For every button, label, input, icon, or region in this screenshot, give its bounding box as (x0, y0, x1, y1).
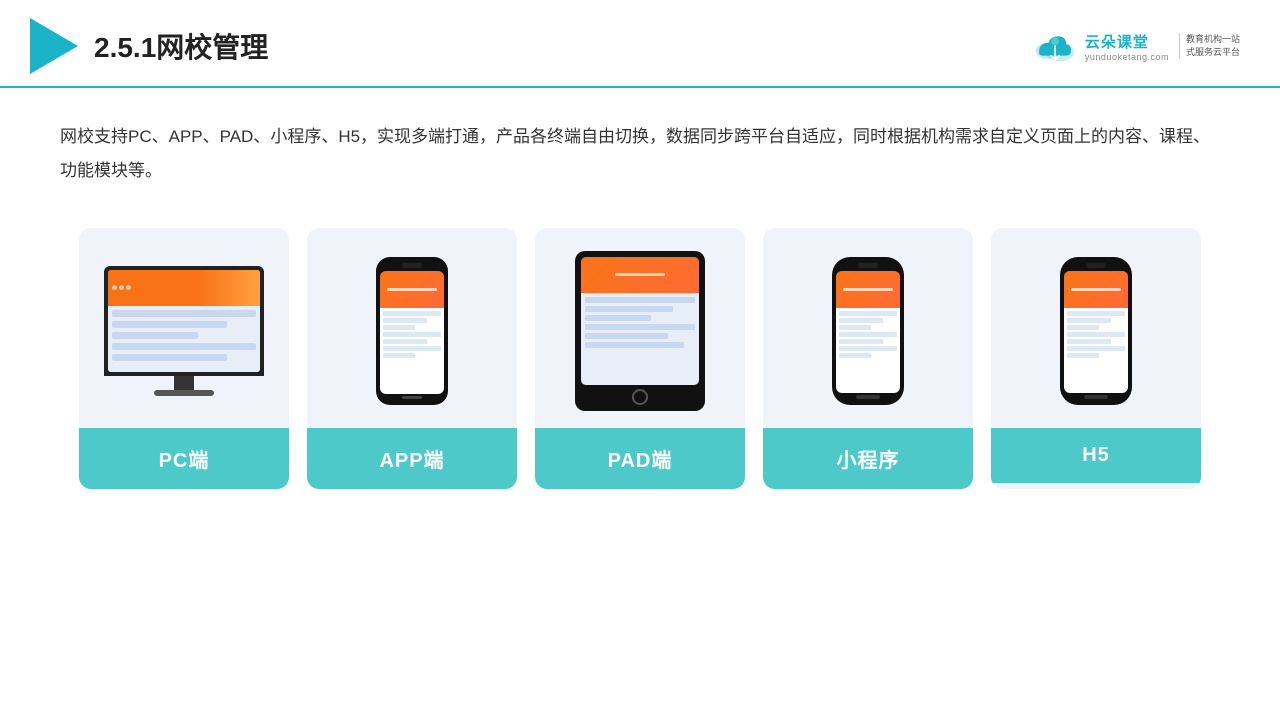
phone-mockup-miniapp (832, 257, 904, 405)
cloud-icon (1031, 28, 1079, 64)
card-app-label: APP端 (307, 428, 517, 489)
cards-container: PC端 (0, 208, 1280, 519)
brand-url: yunduoketang.com (1085, 52, 1169, 62)
phone-mockup-h5 (1060, 257, 1132, 405)
card-pc-image (79, 228, 289, 428)
header-left: 2.5.1网校管理 (30, 18, 268, 74)
description-text: 网校支持PC、APP、PAD、小程序、H5，实现多端打通，产品各终端自由切换，数… (60, 120, 1220, 188)
card-h5: H5 (991, 228, 1201, 489)
card-miniapp-label: 小程序 (763, 428, 973, 489)
page-title: 2.5.1网校管理 (94, 26, 268, 66)
phone-mockup-app (376, 257, 448, 405)
card-miniapp-image (763, 228, 973, 428)
card-pc-label: PC端 (79, 428, 289, 489)
tablet-mockup (575, 251, 705, 411)
card-h5-label: H5 (991, 428, 1201, 483)
card-pad: PAD端 (535, 228, 745, 489)
header-right: 云朵课堂 yunduoketang.com 教育机构一站 式服务云平台 (1031, 28, 1240, 64)
header: 2.5.1网校管理 云朵课堂 yunduoketang.com 教育机构一站 式… (0, 0, 1280, 88)
card-miniapp: 小程序 (763, 228, 973, 489)
brand-logo: 云朵课堂 yunduoketang.com 教育机构一站 式服务云平台 (1031, 28, 1240, 64)
brand-name: 云朵课堂 (1085, 31, 1149, 52)
card-pad-image (535, 228, 745, 428)
card-app-image (307, 228, 517, 428)
pc-mockup (104, 266, 264, 396)
card-h5-image (991, 228, 1201, 428)
description: 网校支持PC、APP、PAD、小程序、H5，实现多端打通，产品各终端自由切换，数… (0, 88, 1280, 208)
card-pc: PC端 (79, 228, 289, 489)
card-pad-label: PAD端 (535, 428, 745, 489)
brand-slogan: 教育机构一站 式服务云平台 (1179, 33, 1240, 58)
card-app: APP端 (307, 228, 517, 489)
logo-icon (30, 18, 78, 74)
brand-text: 云朵课堂 yunduoketang.com (1085, 31, 1169, 62)
